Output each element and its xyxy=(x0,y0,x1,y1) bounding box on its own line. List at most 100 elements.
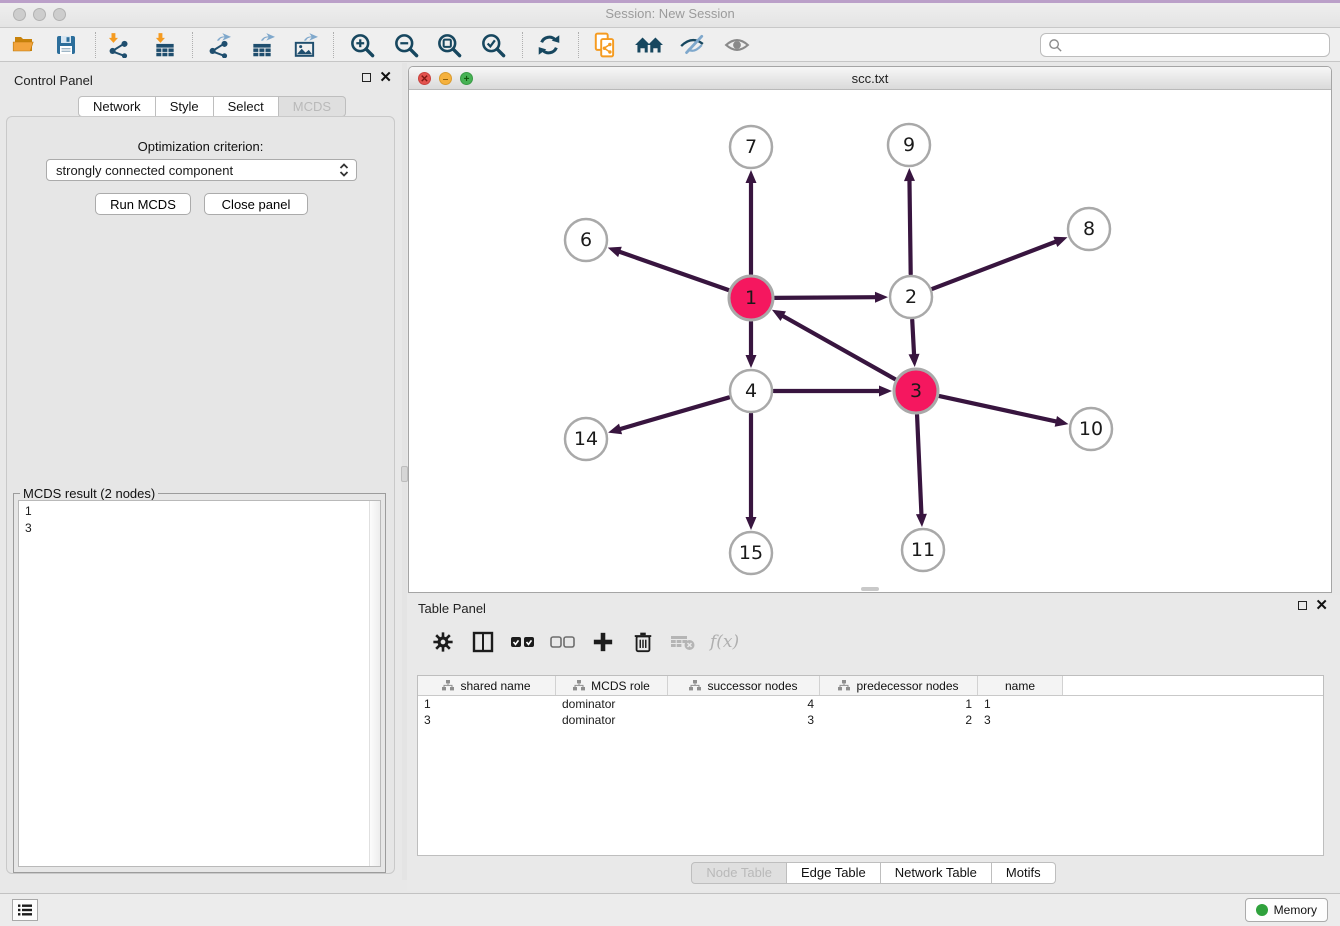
search-input[interactable] xyxy=(1067,38,1329,53)
memory-button[interactable]: Memory xyxy=(1245,898,1328,922)
memory-label: Memory xyxy=(1274,903,1317,917)
column-header-successor-nodes[interactable]: successor nodes xyxy=(668,676,820,695)
table-settings-gear-icon[interactable] xyxy=(430,629,456,655)
tab-network-table[interactable]: Network Table xyxy=(881,862,992,884)
column-header-name[interactable]: name xyxy=(978,676,1063,695)
table-row[interactable]: 1dominator411 xyxy=(418,696,1323,712)
node-label-11: 11 xyxy=(911,539,935,561)
arrowhead-3-11 xyxy=(916,514,927,527)
edge-1-2[interactable] xyxy=(775,297,877,298)
tab-motifs[interactable]: Motifs xyxy=(992,862,1056,884)
network-window-titlebar[interactable]: ✕ – + scc.txt xyxy=(409,67,1331,90)
import-network-icon[interactable] xyxy=(101,31,135,59)
create-column-icon[interactable] xyxy=(590,629,616,655)
node-label-10: 10 xyxy=(1079,418,1103,440)
zoom-fit-icon[interactable] xyxy=(432,31,466,59)
tab-node-table[interactable]: Node Table xyxy=(691,862,787,884)
toolbar-separator xyxy=(578,32,579,58)
table-cell[interactable]: 1 xyxy=(820,696,978,712)
import-table-icon[interactable] xyxy=(148,31,182,59)
float-panel-icon[interactable] xyxy=(362,73,371,82)
edge-3-11[interactable] xyxy=(917,415,921,516)
canvas-scrollbar-thumb[interactable] xyxy=(861,587,879,591)
table-cell[interactable]: 4 xyxy=(668,696,820,712)
table-cell[interactable]: dominator xyxy=(556,712,668,728)
edge-1-6[interactable] xyxy=(618,251,728,290)
network-canvas[interactable]: 7968124314101511 xyxy=(410,91,1331,592)
toolbar-separator xyxy=(522,32,523,58)
table-cell[interactable]: 1 xyxy=(978,696,1063,712)
column-header-shared-name[interactable]: shared name xyxy=(418,676,556,695)
dropdown-stepper-icon xyxy=(337,162,351,178)
tab-mcds[interactable]: MCDS xyxy=(279,96,346,117)
zoom-out-icon[interactable] xyxy=(389,31,423,59)
search-field[interactable] xyxy=(1040,33,1330,57)
control-panel: Control Panel ✕ NetworkStyleSelectMCDS O… xyxy=(0,63,402,880)
arrowhead-3-10 xyxy=(1055,416,1069,427)
save-session-icon[interactable] xyxy=(49,31,83,59)
mcds-result-area[interactable]: 1 3 xyxy=(18,500,381,867)
table-cell[interactable]: 3 xyxy=(418,712,556,728)
arrowhead-1-6 xyxy=(608,247,622,257)
first-neighbors-icon[interactable] xyxy=(632,31,666,59)
close-table-panel-icon[interactable]: ✕ xyxy=(1315,601,1328,610)
arrowhead-1-4 xyxy=(746,355,757,368)
node-table[interactable]: shared nameMCDS rolesuccessor nodesprede… xyxy=(417,675,1324,856)
close-panel-icon[interactable]: ✕ xyxy=(379,73,392,82)
delete-table-icon xyxy=(670,629,696,655)
tab-select[interactable]: Select xyxy=(214,96,279,117)
task-history-button[interactable] xyxy=(12,899,38,921)
tab-style[interactable]: Style xyxy=(156,96,214,117)
hide-graphics-details-icon[interactable] xyxy=(720,31,754,59)
zoom-in-icon[interactable] xyxy=(345,31,379,59)
splitter-grip[interactable] xyxy=(401,466,408,482)
table-cell[interactable]: 3 xyxy=(978,712,1063,728)
float-table-panel-icon[interactable] xyxy=(1298,601,1307,610)
table-cell[interactable]: 1 xyxy=(418,696,556,712)
network-graph[interactable]: 7968124314101511 xyxy=(410,91,1331,592)
zoom-selected-icon[interactable] xyxy=(476,31,510,59)
edge-4-14[interactable] xyxy=(619,397,729,429)
show-graphics-details-icon[interactable] xyxy=(675,31,709,59)
column-layout-icon[interactable] xyxy=(470,629,496,655)
tab-edge-table[interactable]: Edge Table xyxy=(787,862,881,884)
node-label-7: 7 xyxy=(745,136,757,158)
tab-network[interactable]: Network xyxy=(78,96,156,117)
node-label-14: 14 xyxy=(574,428,598,450)
close-panel-button[interactable]: Close panel xyxy=(204,193,308,215)
export-image-icon[interactable] xyxy=(288,31,322,59)
mcds-result-group: MCDS result (2 nodes) 1 3 xyxy=(13,493,386,873)
select-all-columns-icon[interactable] xyxy=(510,629,536,655)
run-mcds-button[interactable]: Run MCDS xyxy=(95,193,191,215)
result-scrollbar[interactable] xyxy=(369,501,380,866)
optimization-criterion-label: Optimization criterion: xyxy=(7,139,394,154)
export-network-icon[interactable] xyxy=(201,31,235,59)
export-table-icon[interactable] xyxy=(245,31,279,59)
criterion-dropdown[interactable]: strongly connected component xyxy=(46,159,357,181)
table-cell[interactable]: dominator xyxy=(556,696,668,712)
edge-3-1[interactable] xyxy=(781,315,895,379)
arrowhead-4-14 xyxy=(608,424,622,435)
table-panel-title: Table Panel xyxy=(418,601,486,616)
edge-2-3[interactable] xyxy=(912,320,914,356)
clone-network-icon[interactable] xyxy=(588,31,622,59)
arrowhead-2-3 xyxy=(909,354,920,367)
edge-2-9[interactable] xyxy=(909,179,910,274)
table-row[interactable]: 3dominator323 xyxy=(418,712,1323,728)
table-cell[interactable]: 2 xyxy=(820,712,978,728)
list-icon xyxy=(17,903,33,917)
control-panel-title: Control Panel xyxy=(14,73,93,88)
arrowhead-2-9 xyxy=(904,168,915,181)
refresh-view-icon[interactable] xyxy=(532,31,566,59)
table-cell[interactable]: 3 xyxy=(668,712,820,728)
open-session-icon[interactable] xyxy=(7,31,41,59)
column-header-predecessor-nodes[interactable]: predecessor nodes xyxy=(820,676,978,695)
table-header-row: shared nameMCDS rolesuccessor nodesprede… xyxy=(418,676,1323,696)
deselect-all-columns-icon[interactable] xyxy=(550,629,576,655)
table-toolbar: f(x) xyxy=(417,622,1330,662)
delete-column-trash-icon[interactable] xyxy=(630,629,656,655)
edge-2-8[interactable] xyxy=(932,241,1057,289)
column-header-MCDS-role[interactable]: MCDS role xyxy=(556,676,668,695)
arrowhead-4-15 xyxy=(746,517,757,530)
edge-3-10[interactable] xyxy=(939,396,1057,422)
